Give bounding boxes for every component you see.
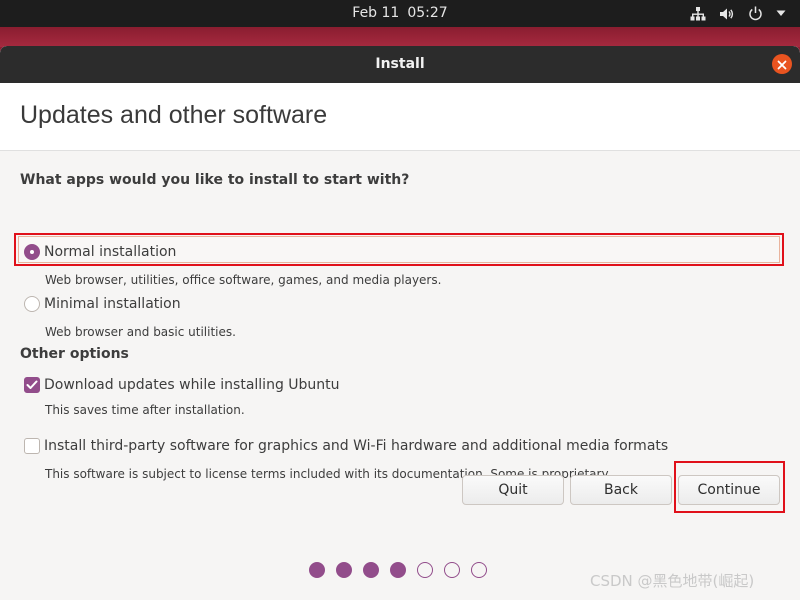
top-bar: Feb 11 05:27 bbox=[0, 0, 800, 27]
download-updates-option[interactable]: Download updates while installing Ubuntu bbox=[20, 374, 340, 396]
page-header: Updates and other software bbox=[0, 83, 800, 151]
download-updates-description: This saves time after installation. bbox=[45, 403, 245, 417]
normal-installation-radio[interactable] bbox=[24, 244, 40, 260]
third-party-option[interactable]: Install third-party software for graphic… bbox=[20, 435, 668, 457]
minimal-installation-option[interactable]: Minimal installation bbox=[20, 293, 181, 315]
progress-dot bbox=[417, 562, 433, 578]
chevron-down-icon[interactable] bbox=[776, 10, 786, 17]
install-window: Install Updates and other software What … bbox=[0, 46, 800, 600]
normal-installation-description: Web browser, utilities, office software,… bbox=[45, 273, 442, 287]
desktop-background bbox=[0, 27, 800, 47]
progress-dot bbox=[390, 562, 406, 578]
checkmark-icon bbox=[26, 380, 38, 389]
progress-dot bbox=[444, 562, 460, 578]
other-options-heading: Other options bbox=[20, 346, 129, 362]
continue-button-highlight bbox=[674, 461, 785, 513]
back-button[interactable]: Back bbox=[570, 475, 672, 505]
time-label: 05:27 bbox=[407, 5, 448, 21]
close-button[interactable] bbox=[772, 54, 792, 74]
minimal-installation-label: Minimal installation bbox=[44, 296, 181, 312]
progress-dots bbox=[309, 562, 487, 578]
download-updates-label: Download updates while installing Ubuntu bbox=[44, 377, 340, 393]
normal-installation-label: Normal installation bbox=[44, 244, 177, 260]
third-party-checkbox[interactable] bbox=[24, 438, 40, 454]
close-icon bbox=[777, 55, 787, 74]
watermark: CSDN @黑色地带(崛起) bbox=[590, 572, 755, 590]
third-party-label: Install third-party software for graphic… bbox=[44, 438, 669, 454]
normal-installation-option[interactable]: Normal installation bbox=[20, 241, 176, 263]
power-icon[interactable] bbox=[748, 6, 763, 21]
progress-dot bbox=[471, 562, 487, 578]
download-updates-checkbox[interactable] bbox=[24, 377, 40, 393]
date-label: Feb 11 bbox=[352, 5, 400, 21]
window-titlebar[interactable]: Install bbox=[0, 46, 800, 83]
progress-dot bbox=[363, 562, 379, 578]
minimal-installation-radio[interactable] bbox=[24, 296, 40, 312]
quit-button[interactable]: Quit bbox=[462, 475, 564, 505]
progress-dot bbox=[309, 562, 325, 578]
network-icon[interactable] bbox=[690, 6, 706, 21]
volume-icon[interactable] bbox=[719, 7, 735, 21]
page-title: Updates and other software bbox=[20, 101, 328, 129]
clock[interactable]: Feb 11 05:27 bbox=[0, 0, 800, 27]
progress-dot bbox=[336, 562, 352, 578]
minimal-installation-description: Web browser and basic utilities. bbox=[45, 325, 236, 339]
install-question: What apps would you like to install to s… bbox=[20, 172, 410, 188]
window-title: Install bbox=[375, 56, 425, 72]
system-tray[interactable] bbox=[690, 0, 786, 27]
